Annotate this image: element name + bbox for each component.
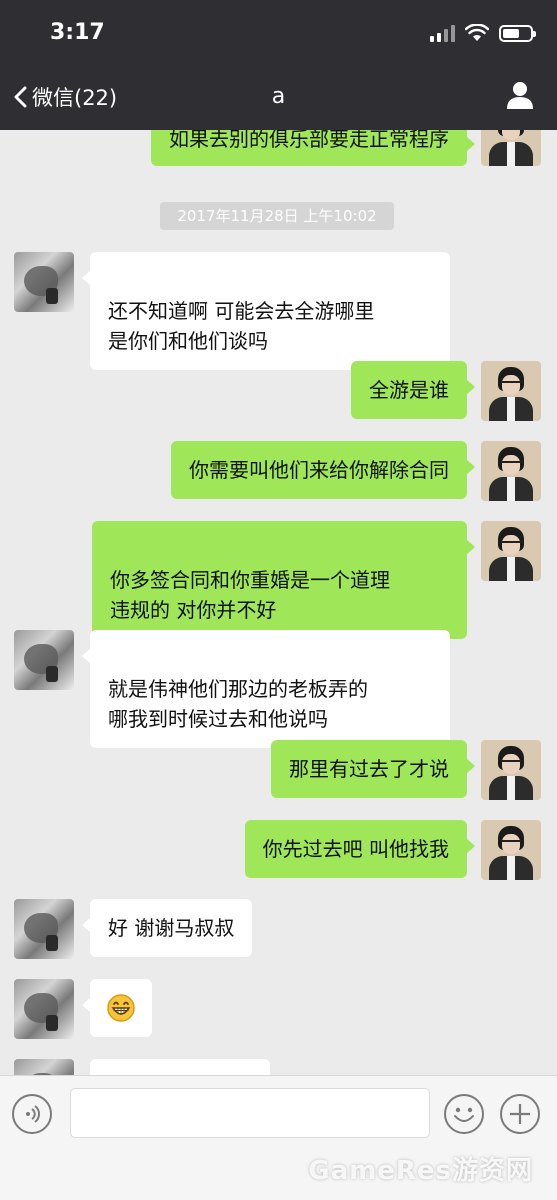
- message-text: 好 谢谢马叔叔: [108, 916, 235, 940]
- message-bubble-sent[interactable]: 那里有过去了才说: [271, 740, 475, 798]
- plus-icon: [510, 1104, 530, 1124]
- message-text: 全游是谁: [369, 378, 449, 402]
- message-bubble-received[interactable]: 就是伟神他们那边的老板弄的 哪我到时候过去和他说吗: [82, 630, 450, 748]
- voice-button[interactable]: [12, 1094, 52, 1134]
- message-text: 如果去别的俱乐部要走正常程序: [169, 127, 449, 151]
- input-bar: GameRes游资网: [0, 1075, 557, 1200]
- status-icons: [430, 24, 536, 42]
- message-text: 你先过去吧 叫他找我: [262, 837, 449, 861]
- message-text: 还不知道啊 可能会去全游哪里 是你们和他们谈吗: [108, 299, 375, 353]
- avatar-self[interactable]: [481, 521, 541, 581]
- wifi-icon: [465, 24, 489, 41]
- message-input[interactable]: [70, 1088, 430, 1138]
- plus-button[interactable]: [500, 1094, 540, 1134]
- avatar-self[interactable]: [481, 740, 541, 800]
- avatar-contact[interactable]: [14, 979, 74, 1039]
- message-bubble-received[interactable]: [82, 979, 152, 1037]
- status-time: 3:17: [50, 20, 105, 45]
- top-bar: 3:17 微信(22) a: [0, 0, 557, 130]
- message-bubble-sent[interactable]: 全游是谁: [351, 361, 475, 419]
- battery-icon: [499, 24, 536, 42]
- grinning-face-emoji: [107, 994, 135, 1022]
- timestamp-label: 2017年11月28日 上午10:02: [160, 202, 394, 230]
- message-bubble-sent[interactable]: 你需要叫他们来给你解除合同: [171, 441, 475, 499]
- message-bubble-sent[interactable]: 你先过去吧 叫他找我: [244, 820, 476, 878]
- avatar-contact[interactable]: [14, 252, 74, 312]
- voice-icon: [26, 1105, 40, 1123]
- profile-icon[interactable]: [505, 80, 535, 110]
- watermark-text: GameRes游资网: [308, 1156, 533, 1186]
- chat-title: a: [271, 84, 286, 109]
- chat-area: 如果去别的俱乐部要走正常程序 2017年11月28日 上午10:02 还不知道啊…: [0, 0, 557, 1200]
- avatar-contact[interactable]: [14, 630, 74, 690]
- message-bubble-sent[interactable]: 你多签合同和你重婚是一个道理 违规的 对你并不好: [92, 521, 475, 639]
- message-bubble-received[interactable]: 还不知道啊 可能会去全游哪里 是你们和他们谈吗: [82, 252, 450, 370]
- emoji-button[interactable]: [444, 1094, 484, 1134]
- emoji-icon: [454, 1107, 474, 1122]
- signal-icon: [430, 24, 455, 42]
- message-text: 那里有过去了才说: [289, 757, 449, 781]
- message-bubble-received[interactable]: 好 谢谢马叔叔: [81, 899, 253, 957]
- avatar-self[interactable]: [481, 361, 541, 421]
- avatar-self[interactable]: [481, 820, 541, 880]
- message-text: 你需要叫他们来给你解除合同: [189, 458, 449, 482]
- avatar-contact[interactable]: [14, 899, 74, 959]
- message-text: 就是伟神他们那边的老板弄的 哪我到时候过去和他说吗: [108, 677, 368, 731]
- message-text: 你多签合同和你重婚是一个道理 违规的 对你并不好: [110, 568, 390, 622]
- avatar-self[interactable]: [481, 441, 541, 501]
